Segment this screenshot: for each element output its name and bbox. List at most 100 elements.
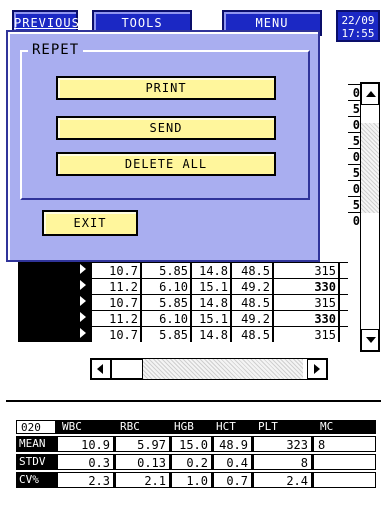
scroll-up-button[interactable] [361, 83, 379, 105]
plt-cell: 315 [272, 326, 338, 342]
next-cell [338, 278, 348, 294]
stat-cell: 0.4 [212, 454, 252, 470]
stat-cell: 323 [252, 436, 312, 452]
strip-cell: 5 [348, 100, 360, 117]
col-header-hct: HCT [212, 420, 252, 434]
next-cell [338, 294, 348, 310]
plt-cell: 315 [272, 262, 338, 278]
rbc-cell: 5.85 [140, 262, 190, 278]
hct-cell: 48.5 [230, 262, 272, 278]
scroll-thumb[interactable] [111, 359, 143, 379]
stat-cell: 8 [252, 454, 312, 470]
stat-cell: 15.0 [170, 436, 212, 452]
rbc-cell: 5.85 [140, 294, 190, 310]
wbc-cell: 10.7 [90, 262, 140, 278]
stat-cell: 48.9 [212, 436, 252, 452]
stat-cell: 2.3 [56, 472, 114, 488]
stat-cell: 2.1 [114, 472, 170, 488]
next-cell [338, 326, 348, 342]
hgb-cell: 14.8 [190, 326, 230, 342]
stat-row-mean: MEAN 10.9 5.97 15.0 48.9 323 8 [16, 436, 380, 452]
wbc-cell: 10.7 [90, 326, 140, 342]
scroll-down-button[interactable] [361, 329, 379, 351]
strip-cell: 0 [348, 180, 360, 197]
stat-cell: 0.2 [170, 454, 212, 470]
table-row[interactable]: 10.7 5.85 14.8 48.5 315 [18, 262, 350, 278]
stat-cell: 0.3 [56, 454, 114, 470]
stat-label: STDV [16, 454, 56, 470]
plt-cell: 330 [272, 278, 338, 294]
vertical-scrollbar[interactable] [360, 82, 380, 352]
plt-cell: 330 [272, 310, 338, 326]
stat-cell: 2.4 [252, 472, 312, 488]
sample-count: 020 [16, 420, 56, 434]
col-header-wbc: WBC [56, 420, 114, 434]
wbc-cell: 11.2 [90, 278, 140, 294]
strip-cell: 5 [348, 164, 360, 181]
scroll-left-button[interactable] [91, 359, 111, 379]
arrow-up-icon [366, 91, 376, 97]
row-select-arrow-icon[interactable] [18, 262, 90, 278]
scroll-right-button[interactable] [307, 359, 327, 379]
strip-cell: 0 [348, 212, 360, 229]
hct-cell: 49.2 [230, 278, 272, 294]
stat-cell: 0.13 [114, 454, 170, 470]
stat-row-stdv: STDV 0.3 0.13 0.2 0.4 8 [16, 454, 380, 470]
hgb-cell: 14.8 [190, 294, 230, 310]
next-cell [338, 262, 348, 278]
table-row[interactable]: 11.2 6.10 15.1 49.2 330 [18, 278, 350, 294]
plt-cell: 315 [272, 294, 338, 310]
row-select-arrow-icon[interactable] [18, 326, 90, 342]
repet-dialog: REPET PRINT SEND DELETE ALL EXIT [6, 30, 320, 262]
horizontal-scrollbar[interactable] [90, 358, 328, 380]
wbc-cell: 11.2 [90, 310, 140, 326]
table-row[interactable]: 10.7 5.85 14.8 48.5 315 [18, 294, 350, 310]
strip-cell: 5 [348, 132, 360, 149]
delete-all-button[interactable]: DELETE ALL [56, 152, 276, 176]
rbc-cell: 6.10 [140, 310, 190, 326]
stat-cell [312, 472, 376, 488]
hct-cell: 49.2 [230, 310, 272, 326]
row-select-arrow-icon[interactable] [18, 310, 90, 326]
date-time-display: 22/09 17:55 [336, 10, 380, 42]
app-window: PREVIOUS TOOLS MENU 22/09 17:55 0 5 0 5 … [0, 0, 385, 518]
strip-cell: 0 [348, 84, 360, 101]
next-cell [338, 310, 348, 326]
date-text: 22/09 [341, 14, 375, 27]
hgb-cell: 15.1 [190, 310, 230, 326]
stat-label: MEAN [16, 436, 56, 452]
statistics-panel: 020 WBC RBC HGB HCT PLT MC MEAN 10.9 5.9… [6, 400, 381, 512]
group-title: REPET [28, 42, 84, 58]
stat-cell: 10.9 [56, 436, 114, 452]
hct-cell: 48.5 [230, 326, 272, 342]
strip-cell: 5 [348, 196, 360, 213]
table-row[interactable]: 10.7 5.85 14.8 48.5 315 [18, 326, 350, 342]
arrow-left-icon [97, 364, 103, 374]
scroll-track[interactable] [361, 123, 379, 213]
stat-cell: 5.97 [114, 436, 170, 452]
col-header-hgb: HGB [170, 420, 212, 434]
stat-cell: 8 [312, 436, 376, 452]
rbc-cell: 6.10 [140, 278, 190, 294]
stat-row-cv: CV% 2.3 2.1 1.0 0.7 2.4 [16, 472, 380, 488]
wbc-cell: 10.7 [90, 294, 140, 310]
col-header-plt: PLT [252, 420, 312, 434]
exit-button[interactable]: EXIT [42, 210, 138, 236]
send-button[interactable]: SEND [56, 116, 276, 140]
row-select-arrow-icon[interactable] [18, 294, 90, 310]
hct-cell: 48.5 [230, 294, 272, 310]
arrow-down-icon [366, 337, 376, 343]
time-text: 17:55 [341, 27, 375, 40]
stat-cell: 0.7 [212, 472, 252, 488]
hgb-cell: 15.1 [190, 278, 230, 294]
table-row[interactable]: 11.2 6.10 15.1 49.2 330 [18, 310, 350, 326]
scroll-track[interactable] [143, 359, 303, 379]
stat-label: CV% [16, 472, 56, 488]
stat-cell: 1.0 [170, 472, 212, 488]
strip-cell: 0 [348, 116, 360, 133]
row-select-arrow-icon[interactable] [18, 278, 90, 294]
col-header-rbc: RBC [114, 420, 170, 434]
hgb-cell: 14.8 [190, 262, 230, 278]
print-button[interactable]: PRINT [56, 76, 276, 100]
col-header-mc: MC [312, 420, 376, 434]
